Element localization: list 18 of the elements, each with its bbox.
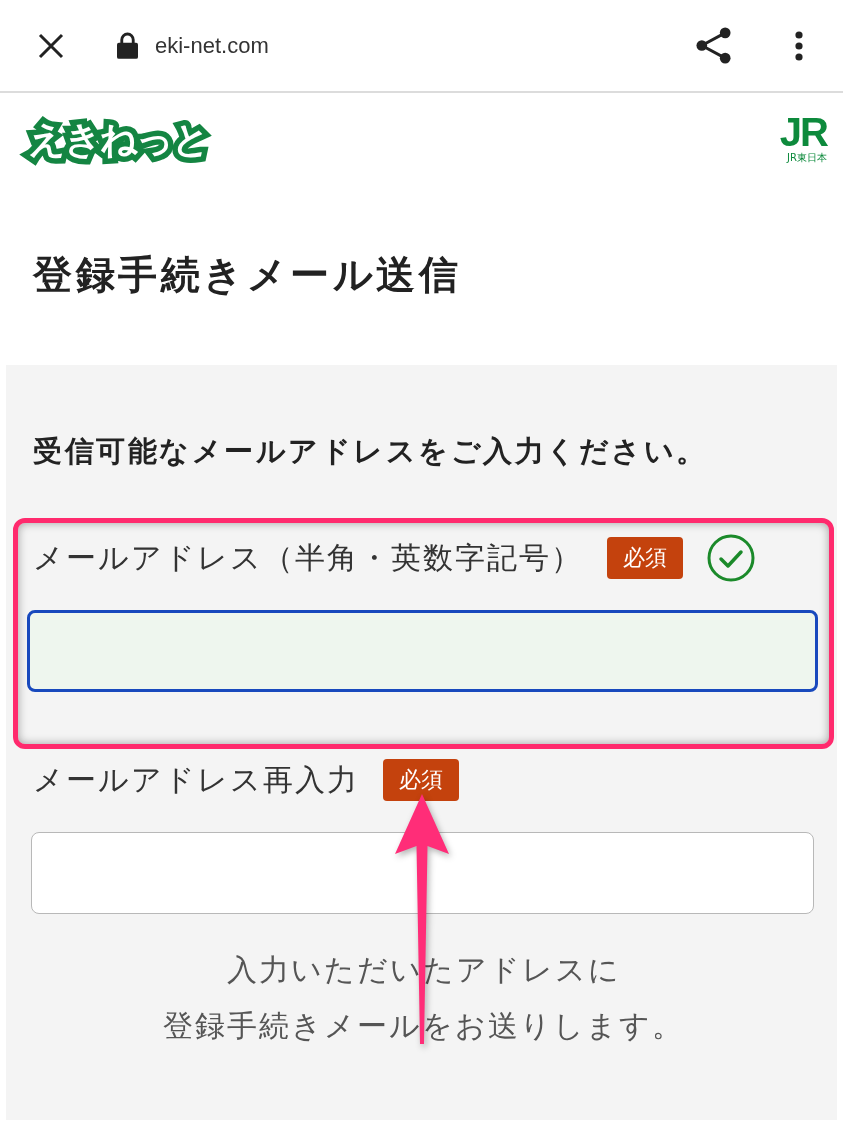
note-text: 登録手続きメールをお送りします。 [162, 1007, 684, 1044]
url-text[interactable]: eki-net.com [155, 32, 269, 59]
jr-logo-caption: JR東日本 [787, 152, 827, 163]
lock-icon [117, 32, 138, 59]
email-input[interactable] [27, 609, 818, 692]
site-logo[interactable]: えきねっと [22, 113, 218, 166]
close-icon[interactable] [38, 32, 64, 59]
jr-logo-mark: JR [779, 112, 827, 152]
required-badge: 必須 [383, 758, 459, 801]
page-title: 登録手続きメール送信 [31, 251, 462, 299]
field-label: メールアドレス再入力 [33, 761, 359, 800]
more-options-icon[interactable] [795, 30, 803, 61]
share-icon[interactable] [695, 27, 732, 64]
instruction-text: 受信可能なメールアドレスをご入力ください。 [33, 433, 709, 470]
note-text: 入力いただいたアドレスに [225, 951, 621, 988]
email-input[interactable] [31, 831, 814, 914]
required-badge: 必須 [607, 536, 683, 579]
field-label: メールアドレス（半角・英数字記号） [33, 539, 583, 578]
